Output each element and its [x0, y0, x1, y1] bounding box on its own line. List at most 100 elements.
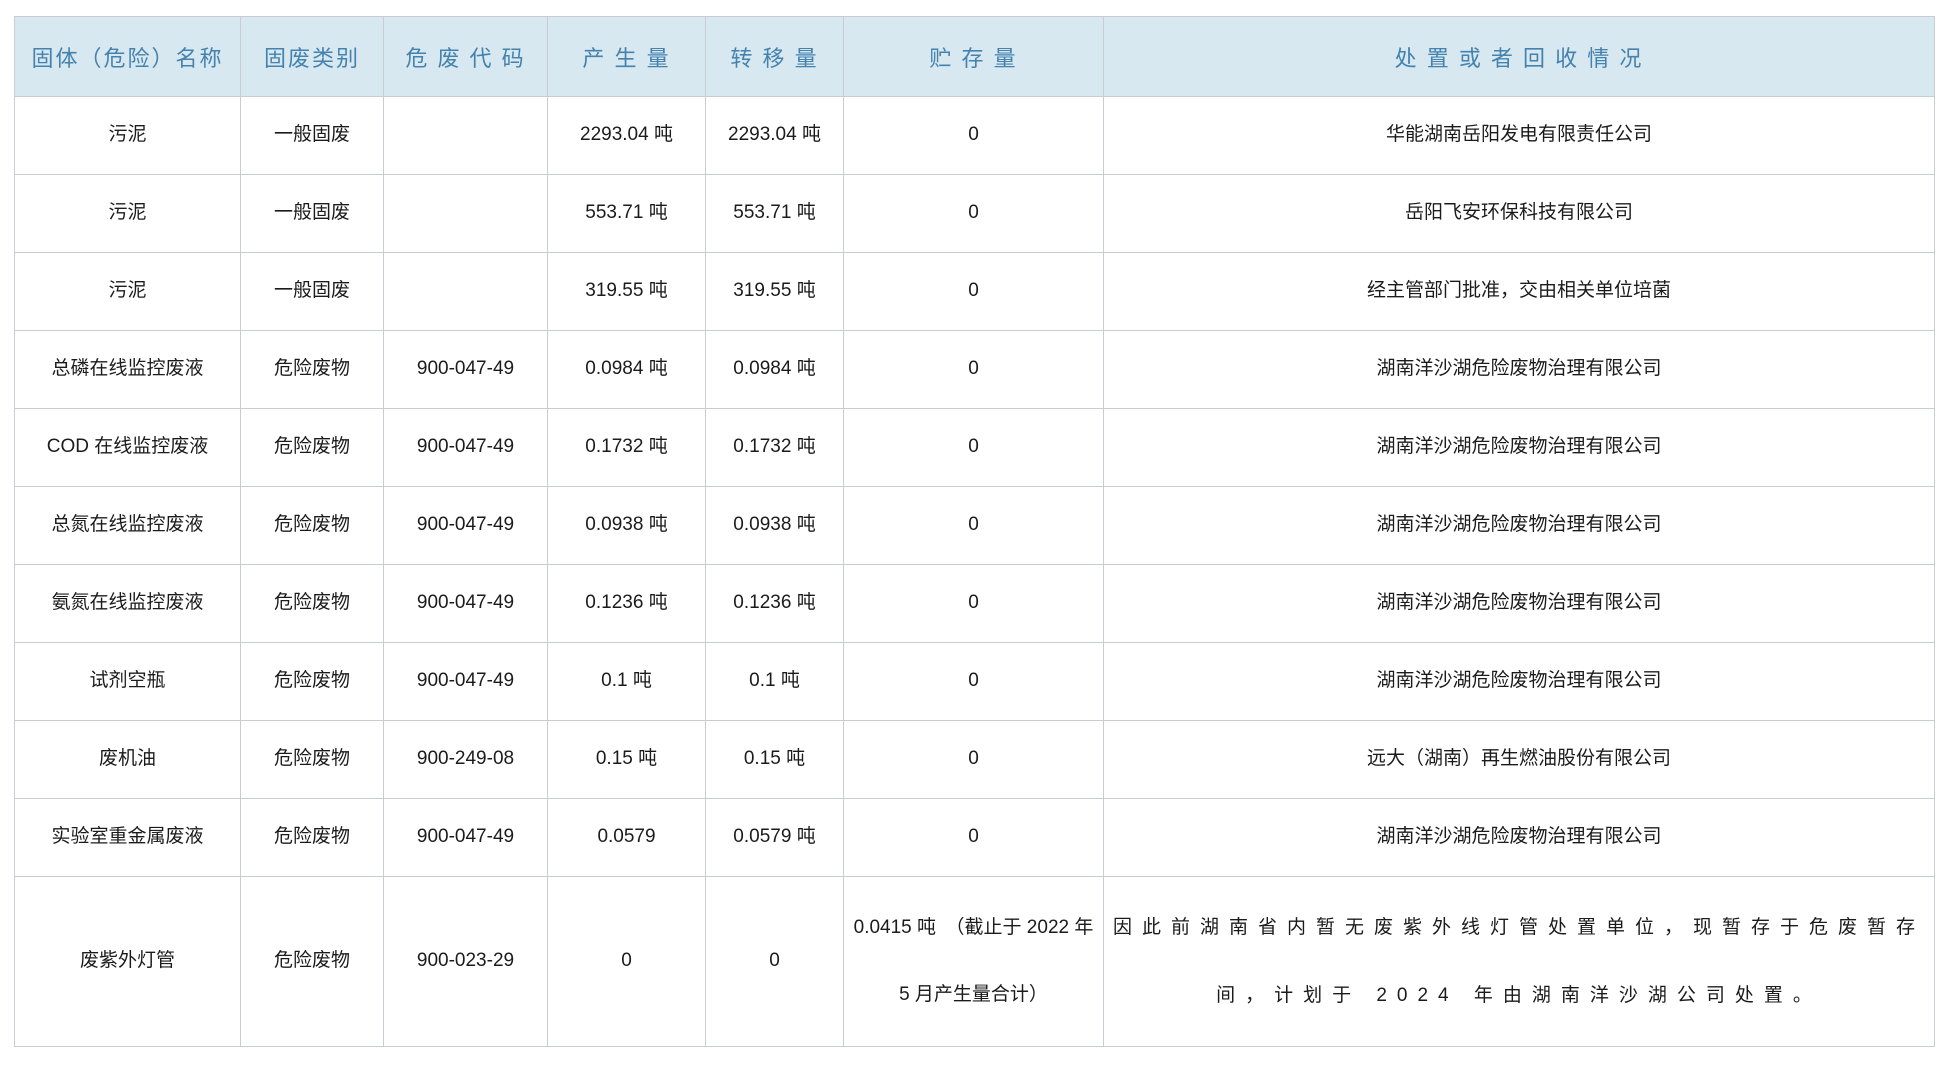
- table-cell-generated: 0: [548, 877, 706, 1047]
- table-cell-stored: 0: [844, 253, 1104, 331]
- waste-table: 固体（危险）名称 固废类别 危 废 代 码 产 生 量 转 移 量 贮 存 量 …: [14, 16, 1935, 1047]
- table-row: 污泥一般固废319.55 吨319.55 吨0经主管部门批准，交由相关单位培菌: [15, 253, 1935, 331]
- table-cell-code: [384, 175, 548, 253]
- table-cell-disposal: 湖南洋沙湖危险废物治理有限公司: [1104, 565, 1935, 643]
- table-cell-transferred: 0.1732 吨: [706, 409, 844, 487]
- table-cell-disposal: 岳阳飞安环保科技有限公司: [1104, 175, 1935, 253]
- table-cell-name: 污泥: [15, 175, 241, 253]
- table-cell-transferred: 0.0938 吨: [706, 487, 844, 565]
- table-cell-generated: 0.0579: [548, 799, 706, 877]
- table-cell-category: 危险废物: [241, 565, 384, 643]
- table-cell-stored: 0: [844, 799, 1104, 877]
- table-cell-name: 总氮在线监控废液: [15, 487, 241, 565]
- table-cell-name: 总磷在线监控废液: [15, 331, 241, 409]
- table-cell-disposal: 湖南洋沙湖危险废物治理有限公司: [1104, 799, 1935, 877]
- table-cell-category: 一般固废: [241, 97, 384, 175]
- table-row: 总氮在线监控废液危险废物900-047-490.0938 吨0.0938 吨0湖…: [15, 487, 1935, 565]
- table-cell-code: 900-047-49: [384, 409, 548, 487]
- table-cell-code: [384, 253, 548, 331]
- table-cell-name: 氨氮在线监控废液: [15, 565, 241, 643]
- table-row: 污泥一般固废2293.04 吨2293.04 吨0华能湖南岳阳发电有限责任公司: [15, 97, 1935, 175]
- table-cell-disposal: 经主管部门批准，交由相关单位培菌: [1104, 253, 1935, 331]
- table-cell-name: 废紫外灯管: [15, 877, 241, 1047]
- column-header-code: 危 废 代 码: [384, 17, 548, 97]
- table-row: 总磷在线监控废液危险废物900-047-490.0984 吨0.0984 吨0湖…: [15, 331, 1935, 409]
- table-cell-stored: 0: [844, 643, 1104, 721]
- table-cell-disposal: 湖南洋沙湖危险废物治理有限公司: [1104, 487, 1935, 565]
- table-cell-stored: 0: [844, 409, 1104, 487]
- table-cell-transferred: 553.71 吨: [706, 175, 844, 253]
- table-cell-transferred: 319.55 吨: [706, 253, 844, 331]
- table-row: 污泥一般固废553.71 吨553.71 吨0岳阳飞安环保科技有限公司: [15, 175, 1935, 253]
- table-cell-category: 危险废物: [241, 487, 384, 565]
- table-cell-transferred: 0.1236 吨: [706, 565, 844, 643]
- table-row: 废机油危险废物900-249-080.15 吨0.15 吨0远大（湖南）再生燃油…: [15, 721, 1935, 799]
- table-cell-code: 900-023-29: [384, 877, 548, 1047]
- table-cell-transferred: 0.0579 吨: [706, 799, 844, 877]
- table-cell-disposal: 湖南洋沙湖危险废物治理有限公司: [1104, 643, 1935, 721]
- table-cell-stored: 0.0415 吨 （截止于 2022 年 5 月产生量合计）: [844, 877, 1104, 1047]
- table-cell-code: 900-047-49: [384, 643, 548, 721]
- table-cell-name: 污泥: [15, 97, 241, 175]
- table-row: 试剂空瓶危险废物900-047-490.1 吨0.1 吨0湖南洋沙湖危险废物治理…: [15, 643, 1935, 721]
- table-cell-stored: 0: [844, 97, 1104, 175]
- table-cell-code: 900-047-49: [384, 331, 548, 409]
- table-cell-transferred: 0: [706, 877, 844, 1047]
- table-cell-generated: 0.0938 吨: [548, 487, 706, 565]
- header-row: 固体（危险）名称 固废类别 危 废 代 码 产 生 量 转 移 量 贮 存 量 …: [15, 17, 1935, 97]
- table-cell-code: 900-047-49: [384, 487, 548, 565]
- table-cell-category: 危险废物: [241, 331, 384, 409]
- table-cell-disposal: 湖南洋沙湖危险废物治理有限公司: [1104, 409, 1935, 487]
- table-row: COD 在线监控废液危险废物900-047-490.1732 吨0.1732 吨…: [15, 409, 1935, 487]
- table-cell-category: 一般固废: [241, 253, 384, 331]
- table-cell-category: 危险废物: [241, 643, 384, 721]
- column-header-generated: 产 生 量: [548, 17, 706, 97]
- table-cell-category: 危险废物: [241, 799, 384, 877]
- table-cell-transferred: 2293.04 吨: [706, 97, 844, 175]
- table-cell-code: 900-249-08: [384, 721, 548, 799]
- table-cell-disposal: 远大（湖南）再生燃油股份有限公司: [1104, 721, 1935, 799]
- table-cell-stored: 0: [844, 331, 1104, 409]
- table-cell-disposal: 华能湖南岳阳发电有限责任公司: [1104, 97, 1935, 175]
- table-cell-code: 900-047-49: [384, 565, 548, 643]
- table-cell-generated: 0.1 吨: [548, 643, 706, 721]
- waste-table-body: 污泥一般固废2293.04 吨2293.04 吨0华能湖南岳阳发电有限责任公司污…: [15, 97, 1935, 1047]
- table-cell-transferred: 0.1 吨: [706, 643, 844, 721]
- table-cell-stored: 0: [844, 175, 1104, 253]
- table-cell-transferred: 0.0984 吨: [706, 331, 844, 409]
- table-cell-category: 危险废物: [241, 721, 384, 799]
- table-row: 废紫外灯管危险废物900-023-29000.0415 吨 （截止于 2022 …: [15, 877, 1935, 1047]
- table-cell-name: 实验室重金属废液: [15, 799, 241, 877]
- table-cell-code: 900-047-49: [384, 799, 548, 877]
- table-cell-generated: 553.71 吨: [548, 175, 706, 253]
- column-header-name: 固体（危险）名称: [15, 17, 241, 97]
- table-cell-generated: 0.15 吨: [548, 721, 706, 799]
- table-cell-name: 试剂空瓶: [15, 643, 241, 721]
- table-cell-stored: 0: [844, 565, 1104, 643]
- report-page: 固体（危险）名称 固废类别 危 废 代 码 产 生 量 转 移 量 贮 存 量 …: [0, 16, 1948, 1089]
- table-cell-category: 一般固废: [241, 175, 384, 253]
- table-row: 实验室重金属废液危险废物900-047-490.05790.0579 吨0湖南洋…: [15, 799, 1935, 877]
- table-row: 氨氮在线监控废液危险废物900-047-490.1236 吨0.1236 吨0湖…: [15, 565, 1935, 643]
- table-cell-name: 污泥: [15, 253, 241, 331]
- column-header-category: 固废类别: [241, 17, 384, 97]
- table-cell-code: [384, 97, 548, 175]
- table-cell-transferred: 0.15 吨: [706, 721, 844, 799]
- column-header-stored: 贮 存 量: [844, 17, 1104, 97]
- table-cell-stored: 0: [844, 487, 1104, 565]
- table-cell-generated: 0.1732 吨: [548, 409, 706, 487]
- column-header-disposal: 处 置 或 者 回 收 情 况: [1104, 17, 1935, 97]
- table-cell-name: 废机油: [15, 721, 241, 799]
- table-cell-generated: 0.0984 吨: [548, 331, 706, 409]
- table-cell-category: 危险废物: [241, 877, 384, 1047]
- table-cell-generated: 319.55 吨: [548, 253, 706, 331]
- waste-table-header: 固体（危险）名称 固废类别 危 废 代 码 产 生 量 转 移 量 贮 存 量 …: [15, 17, 1935, 97]
- column-header-transferred: 转 移 量: [706, 17, 844, 97]
- table-cell-disposal: 因此前湖南省内暂无废紫外线灯管处置单位，现暂存于危废暂存间，计划于 2024 年…: [1104, 877, 1935, 1047]
- table-cell-generated: 2293.04 吨: [548, 97, 706, 175]
- table-cell-name: COD 在线监控废液: [15, 409, 241, 487]
- table-cell-disposal: 湖南洋沙湖危险废物治理有限公司: [1104, 331, 1935, 409]
- table-cell-stored: 0: [844, 721, 1104, 799]
- table-cell-generated: 0.1236 吨: [548, 565, 706, 643]
- table-cell-category: 危险废物: [241, 409, 384, 487]
